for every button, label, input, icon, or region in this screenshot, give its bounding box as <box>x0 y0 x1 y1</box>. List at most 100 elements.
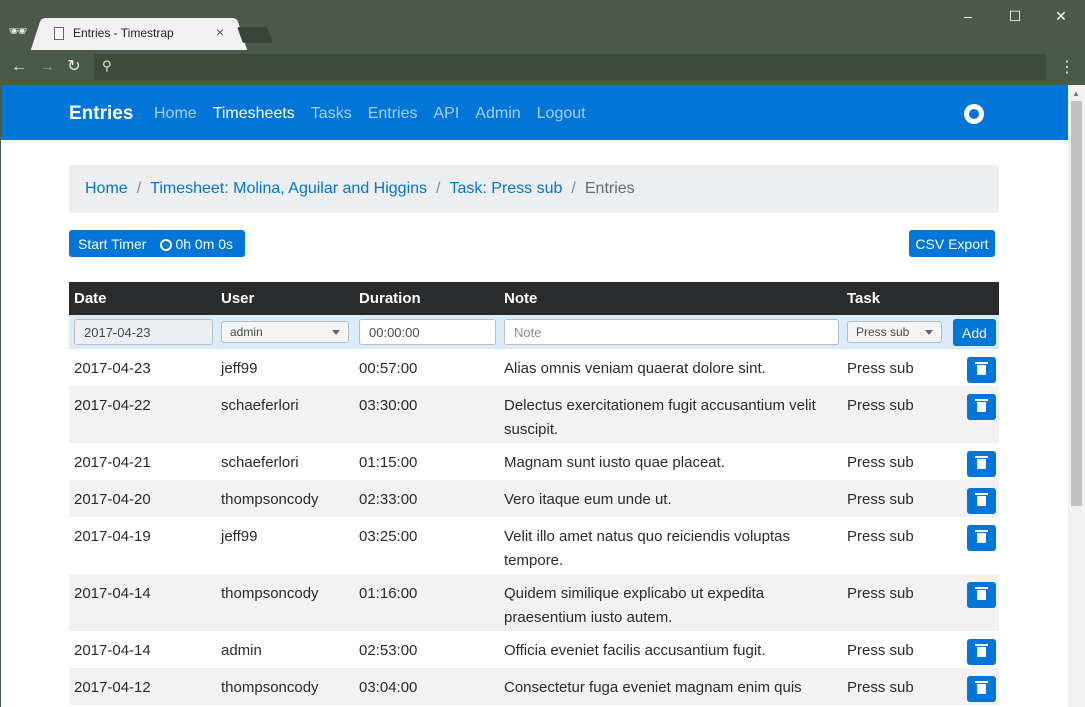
table-row: 2017-04-19 jeff99 03:25:00 Velit illo amet … <box>69 517 999 574</box>
trash-icon <box>975 456 988 469</box>
maximize-button[interactable]: ☐ <box>995 4 1035 28</box>
table-row: 2017-04-22 schaeferlori 03:30:00 Delectus e… <box>69 386 999 443</box>
start-timer-label: Start Timer <box>78 235 147 252</box>
new-tab-button[interactable] <box>237 27 273 43</box>
table-row: 2017-04-23 jeff99 00:57:00 Alias omnis veni… <box>69 349 999 386</box>
date-input[interactable]: 2017-04-23 <box>74 319 213 345</box>
scrollbar[interactable]: ▲ <box>1068 85 1085 707</box>
nav-link-timesheets[interactable]: Timesheets <box>213 105 295 123</box>
browser-menu-icon[interactable]: ⋮ <box>1059 57 1075 77</box>
breadcrumb-task[interactable]: Task: Press sub <box>449 180 562 198</box>
cell-note: Delectus exercitationem fugit accusantiu… <box>504 397 816 438</box>
nav-link-entries[interactable]: Entries <box>368 105 418 123</box>
cell-note: Magnam sunt iusto quae placeat. <box>504 454 725 471</box>
cell-user: admin <box>221 642 262 659</box>
cell-task: Press sub <box>847 585 914 602</box>
table-row: 2017-04-20 thompsoncody 02:33:00 Vero itaqu… <box>69 480 999 517</box>
cell-user: schaeferlori <box>221 397 299 414</box>
cell-date: 2017-04-23 <box>74 360 151 377</box>
header-user: User <box>221 290 255 307</box>
task-select-value: Press sub <box>856 325 910 339</box>
cell-task: Press sub <box>847 491 914 508</box>
nav-links: Home Timesheets Tasks Entries API Admin … <box>154 105 586 123</box>
trash-icon <box>975 530 988 543</box>
csv-export-button[interactable]: CSV Export <box>909 230 995 257</box>
user-select-value: admin <box>230 325 263 339</box>
cell-task: Press sub <box>847 360 914 377</box>
cell-date: 2017-04-14 <box>74 642 151 659</box>
breadcrumb-separator: / <box>571 180 576 197</box>
scroll-up-icon[interactable]: ▲ <box>1072 89 1080 98</box>
task-select[interactable]: Press sub <box>847 321 942 343</box>
breadcrumb-current: Entries <box>584 180 635 197</box>
cell-task: Press sub <box>847 642 914 659</box>
duration-input[interactable]: 00:00:00 <box>359 319 496 345</box>
cell-date: 2017-04-12 <box>74 679 151 696</box>
delete-entry-button[interactable] <box>967 357 996 383</box>
delete-entry-button[interactable] <box>967 676 996 702</box>
delete-entry-button[interactable] <box>967 582 996 608</box>
cell-duration: 02:53:00 <box>359 642 418 659</box>
breadcrumb-separator: / <box>136 180 142 197</box>
cell-duration: 03:04:00 <box>359 679 418 696</box>
add-entry-button[interactable]: Add <box>953 319 996 346</box>
cell-task: Press sub <box>847 454 914 471</box>
trash-icon <box>975 587 988 600</box>
header-note: Note <box>504 290 538 307</box>
note-input[interactable]: Note <box>504 319 839 345</box>
chevron-down-icon <box>332 330 340 335</box>
github-icon[interactable] <box>964 104 984 124</box>
trash-icon <box>975 493 988 506</box>
breadcrumb: Home / Timesheet: Molina, Aguilar and Hi… <box>69 165 999 213</box>
nav-link-tasks[interactable]: Tasks <box>311 105 352 123</box>
new-entry-form: 2017-04-23 admin 00:00:00 Note Press sub… <box>69 315 999 349</box>
table-row: 2017-04-12 thompsoncody 03:04:00 Consectetu… <box>69 668 999 705</box>
nav-link-logout[interactable]: Logout <box>537 105 586 123</box>
delete-entry-button[interactable] <box>967 639 996 665</box>
close-window-button[interactable]: ✕ <box>1041 4 1081 28</box>
cell-user: schaeferlori <box>221 454 299 471</box>
cell-date: 2017-04-14 <box>74 585 151 602</box>
cell-duration: 01:16:00 <box>359 585 418 602</box>
browser-tab[interactable]: Entries - Timestrap × <box>44 18 234 50</box>
minimize-button[interactable]: – <box>948 4 988 28</box>
cell-date: 2017-04-19 <box>74 528 151 545</box>
address-bar[interactable]: ⚲ <box>94 54 1046 80</box>
cell-date: 2017-04-20 <box>74 491 151 508</box>
cell-user: thompsoncody <box>221 491 319 508</box>
cell-note: Velit illo amet natus quo reiciendis vol… <box>504 528 790 569</box>
top-navbar: Entries Home Timesheets Tasks Entries AP… <box>1 85 1068 140</box>
breadcrumb-timesheet[interactable]: Timesheet: Molina, Aguilar and Higgins <box>150 180 427 198</box>
start-timer-button[interactable]: Start Timer 0h 0m 0s <box>69 230 245 257</box>
forward-icon[interactable]: → <box>36 56 58 78</box>
cell-task: Press sub <box>847 397 914 414</box>
trash-icon <box>975 399 988 412</box>
trash-icon <box>975 681 988 694</box>
reload-icon[interactable]: ↻ <box>63 56 85 78</box>
delete-entry-button[interactable] <box>967 488 996 514</box>
table-header: Date User Duration Note Task <box>69 282 999 315</box>
breadcrumb-home[interactable]: Home <box>85 180 128 198</box>
trash-icon <box>975 362 988 375</box>
nav-link-home[interactable]: Home <box>154 105 197 123</box>
search-icon: ⚲ <box>102 58 112 73</box>
navbar-brand[interactable]: Entries <box>69 103 133 125</box>
user-select[interactable]: admin <box>221 321 349 343</box>
scroll-thumb[interactable] <box>1071 101 1082 506</box>
tab-close-icon[interactable]: × <box>212 24 228 40</box>
delete-entry-button[interactable] <box>967 525 996 551</box>
nav-link-admin[interactable]: Admin <box>475 105 520 123</box>
page-icon <box>54 27 64 40</box>
cell-duration: 03:30:00 <box>359 397 418 414</box>
back-icon[interactable]: ← <box>8 56 30 78</box>
cell-user: jeff99 <box>221 360 258 377</box>
incognito-icon: 🕶 <box>8 23 28 40</box>
table-row: 2017-04-14 admin 02:53:00 Officia eveniet f… <box>69 631 999 668</box>
timer-elapsed: 0h 0m 0s <box>175 235 234 252</box>
delete-entry-button[interactable] <box>967 451 996 477</box>
cell-user: thompsoncody <box>221 679 319 696</box>
cell-duration: 03:25:00 <box>359 528 418 545</box>
nav-link-api[interactable]: API <box>434 105 460 123</box>
cell-date: 2017-04-21 <box>74 454 151 471</box>
delete-entry-button[interactable] <box>967 394 996 420</box>
